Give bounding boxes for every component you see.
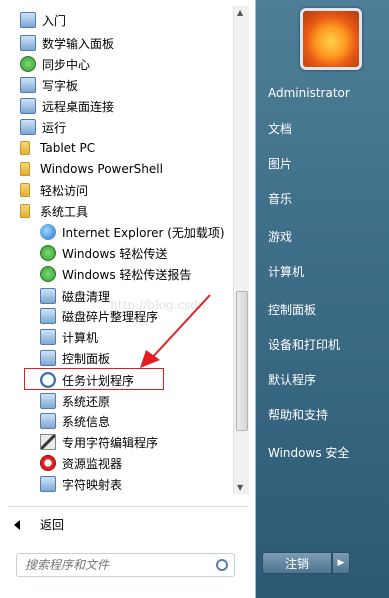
program-item-label: Windows PowerShell bbox=[40, 162, 163, 176]
scroll-up-icon[interactable]: ▲ bbox=[237, 8, 243, 17]
program-item-6[interactable]: Tablet PC bbox=[20, 138, 95, 158]
folder-icon bbox=[20, 183, 30, 197]
char-editor-icon bbox=[40, 434, 56, 450]
system-tool-item-label: 磁盘清理 bbox=[62, 289, 111, 304]
right-item-5[interactable]: 计算机 bbox=[268, 263, 304, 280]
search-icon[interactable] bbox=[216, 559, 228, 571]
scroll-down-icon[interactable]: ▼ bbox=[237, 483, 243, 492]
program-item-5[interactable]: 运行 bbox=[20, 117, 66, 137]
program-item-label: 同步中心 bbox=[42, 57, 91, 72]
program-item-label: 系统工具 bbox=[40, 204, 89, 219]
wordpad-icon bbox=[20, 77, 36, 93]
system-tool-item-label: Windows 轻松传送报告 bbox=[62, 267, 192, 282]
remote-desktop-icon bbox=[20, 98, 36, 114]
system-tool-item-1[interactable]: Windows 轻松传送 bbox=[40, 243, 167, 263]
folder-icon bbox=[20, 204, 30, 218]
system-tool-item-6[interactable]: 控制面板 bbox=[40, 348, 110, 368]
back-button[interactable]: 返回 bbox=[14, 516, 64, 533]
logoff-button[interactable]: 注销 bbox=[262, 552, 332, 574]
annotation-highlight-box bbox=[24, 368, 164, 390]
program-item-label: 入门 bbox=[42, 13, 67, 28]
right-item-7[interactable]: 设备和打印机 bbox=[268, 336, 340, 353]
system-tool-item-0[interactable]: Internet Explorer (无加载项) bbox=[40, 222, 225, 242]
system-tool-item-label: 资源监视器 bbox=[62, 456, 123, 471]
right-item-1[interactable]: 文档 bbox=[268, 120, 292, 137]
divider bbox=[8, 506, 248, 507]
system-tool-item-label: 系统信息 bbox=[62, 414, 111, 429]
program-item-1[interactable]: 数学输入面板 bbox=[20, 33, 114, 53]
program-item-label: 轻松访问 bbox=[40, 183, 89, 198]
getting-started-icon bbox=[20, 12, 36, 28]
program-item-4[interactable]: 远程桌面连接 bbox=[20, 96, 114, 116]
program-item-0[interactable]: 入门 bbox=[20, 10, 66, 30]
program-item-label: 写字板 bbox=[42, 78, 79, 93]
right-item-6[interactable]: 控制面板 bbox=[268, 301, 316, 318]
sync-center-icon bbox=[20, 56, 36, 72]
resource-monitor-icon bbox=[40, 455, 56, 471]
right-item-2[interactable]: 图片 bbox=[268, 155, 292, 172]
system-tool-item-5[interactable]: 计算机 bbox=[40, 327, 98, 347]
user-avatar[interactable] bbox=[300, 8, 362, 70]
char-map-icon bbox=[40, 476, 56, 492]
system-tool-item-2[interactable]: Windows 轻松传送报告 bbox=[40, 264, 191, 284]
search-box[interactable] bbox=[16, 553, 235, 577]
start-menu: 入门数学输入面板 同步中心写字板远程桌面连接 运行 Tablet PC Windows … bbox=[0, 0, 389, 598]
program-item-8[interactable]: 轻松访问 bbox=[20, 180, 88, 200]
program-item-label: 远程桌面连接 bbox=[42, 99, 115, 114]
program-item-7[interactable]: Windows PowerShell bbox=[20, 159, 163, 179]
easy-transfer-icon bbox=[40, 245, 56, 261]
programs-scrollbar[interactable]: ▲ ▼ bbox=[233, 6, 249, 494]
control-panel-icon bbox=[40, 350, 56, 366]
right-item-0[interactable]: Administrator bbox=[268, 86, 350, 100]
program-item-2[interactable]: 同步中心 bbox=[20, 54, 90, 74]
search-input[interactable] bbox=[25, 558, 205, 572]
right-item-4[interactable]: 游戏 bbox=[268, 228, 292, 245]
easy-transfer-report-icon bbox=[40, 266, 56, 282]
internet-explorer-icon bbox=[40, 224, 56, 240]
system-restore-icon bbox=[40, 393, 56, 409]
watermark-text: http://blog.csdn. bbox=[110, 298, 210, 312]
system-tool-item-11[interactable]: 资源监视器 bbox=[40, 453, 122, 473]
folder-icon bbox=[20, 162, 30, 176]
programs-panel: 入门数学输入面板 同步中心写字板远程桌面连接 运行 Tablet PC Windows … bbox=[0, 0, 256, 598]
program-item-3[interactable]: 写字板 bbox=[20, 75, 78, 95]
system-tool-item-label: 字符映射表 bbox=[62, 477, 123, 492]
program-item-label: 运行 bbox=[42, 120, 67, 135]
right-item-8[interactable]: 默认程序 bbox=[268, 371, 316, 388]
system-tool-item-label: 系统还原 bbox=[62, 394, 111, 409]
program-item-9[interactable]: 系统工具 bbox=[20, 201, 88, 221]
program-item-label: Tablet PC bbox=[40, 141, 96, 155]
system-tool-item-3[interactable]: 磁盘清理 bbox=[40, 286, 110, 306]
system-tool-item-label: 控制面板 bbox=[62, 351, 111, 366]
disk-cleanup-icon bbox=[40, 288, 56, 304]
system-tool-item-label: 计算机 bbox=[62, 330, 99, 345]
right-item-3[interactable]: 音乐 bbox=[268, 190, 292, 207]
power-options-arrow-icon[interactable]: ▶ bbox=[332, 552, 350, 574]
system-tool-item-9[interactable]: 系统信息 bbox=[40, 411, 110, 431]
system-tool-item-10[interactable]: 专用字符编辑程序 bbox=[40, 432, 158, 452]
math-input-icon bbox=[20, 35, 36, 51]
computer-icon bbox=[40, 329, 56, 345]
system-info-icon bbox=[40, 413, 56, 429]
system-tool-item-label: Internet Explorer (无加载项) bbox=[62, 225, 225, 240]
system-tool-item-8[interactable]: 系统还原 bbox=[40, 391, 110, 411]
system-tool-item-label: Windows 轻松传送 bbox=[62, 246, 168, 261]
back-label: 返回 bbox=[40, 518, 65, 532]
right-item-10[interactable]: Windows 安全 bbox=[268, 444, 349, 461]
right-item-9[interactable]: 帮助和支持 bbox=[268, 406, 328, 423]
scrollbar-thumb[interactable] bbox=[236, 291, 248, 431]
system-tool-item-label: 专用字符编辑程序 bbox=[62, 435, 159, 450]
run-icon bbox=[20, 119, 36, 135]
system-tool-item-12[interactable]: 字符映射表 bbox=[40, 474, 122, 494]
program-item-label: 数学输入面板 bbox=[42, 36, 115, 51]
back-arrow-icon bbox=[14, 519, 20, 530]
folder-icon bbox=[20, 141, 30, 155]
disk-defrag-icon bbox=[40, 308, 56, 324]
